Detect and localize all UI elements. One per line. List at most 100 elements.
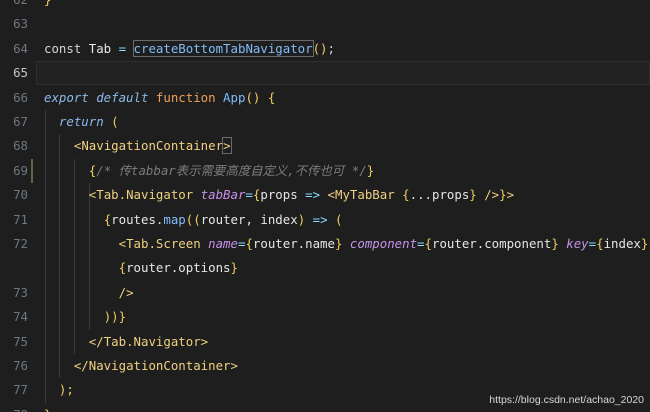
code-token: <	[118, 236, 127, 251]
line-code: {/* 传tabbar表示需要高度自定义,不传也可 */}	[44, 159, 374, 183]
line-number: 64	[13, 40, 28, 56]
line-number: 77	[13, 382, 28, 398]
code-line[interactable]: 72 <Tab.Screen name={router.name} compon…	[0, 232, 650, 256]
code-token: );	[58, 382, 74, 398]
code-token: Tab.Screen	[126, 236, 209, 251]
code-token: router.component	[431, 236, 552, 251]
code-token: </	[73, 358, 89, 373]
code-token: ()	[312, 40, 328, 56]
code-token: }	[640, 236, 649, 251]
line-number: 76	[13, 358, 28, 373]
code-line[interactable]: 71 {routes.map((router, index) => (	[0, 208, 650, 232]
code-line[interactable]: {router.options}	[0, 256, 650, 280]
code-token: NavigationContainer	[81, 138, 224, 154]
code-line[interactable]: 64 const Tab = createBottomTabNavigator()…	[0, 37, 650, 61]
code-line[interactable]: 73 />	[0, 281, 650, 305]
line-code: </Tab.Navigator>	[44, 330, 208, 354]
code-token: =	[111, 40, 134, 56]
code-token: />	[118, 284, 134, 300]
code-token: =	[417, 236, 425, 251]
code-token: const	[44, 40, 89, 56]
code-token: }	[230, 260, 238, 276]
code-token: {	[118, 260, 127, 276]
code-token: tabBar	[200, 187, 246, 203]
code-token: router.name	[252, 236, 335, 251]
line-number: 66	[13, 89, 28, 105]
code-token: =	[245, 187, 253, 203]
line-code: export default function App() {	[44, 86, 275, 110]
line-number: 67	[13, 114, 28, 129]
code-token: =>	[297, 187, 328, 203]
code-line[interactable]: 75 </Tab.Navigator>	[0, 330, 650, 354]
line-code: {routes.map((router, index) => (	[44, 208, 343, 232]
code-token: <	[327, 187, 335, 203]
line-number: 73	[13, 284, 28, 300]
line-code: <Tab.Screen name={router.name} component…	[44, 232, 650, 256]
code-token: return	[58, 114, 112, 129]
line-number: 72	[13, 236, 28, 251]
code-editor[interactable]: 62} 63 64 const Tab = createBottomTabNaviga…	[0, 0, 650, 412]
code-line[interactable]: 76 </NavigationContainer>	[0, 354, 650, 378]
line-code: const Tab = createBottomTabNavigator();	[44, 37, 335, 61]
watermark: https://blog.csdn.net/achao_2020	[489, 394, 644, 406]
code-token: }	[499, 187, 507, 203]
line-code: }	[44, 0, 51, 12]
code-line[interactable]: 65	[0, 61, 650, 86]
line-code: ))}	[44, 305, 126, 329]
line-code: />	[44, 281, 134, 305]
code-token: Tab.Navigator	[96, 187, 201, 203]
code-token: map	[163, 211, 186, 227]
code-line[interactable]: 67 return (	[0, 110, 650, 134]
code-token: >	[506, 187, 515, 203]
current-line-highlight	[36, 61, 650, 86]
line-number: 69	[13, 162, 28, 178]
code-line[interactable]: 70 <Tab.Navigator tabBar={props => <MyTa…	[0, 183, 650, 207]
code-token: (	[111, 114, 119, 129]
code-line[interactable]: 62}	[0, 0, 650, 12]
code-token: createBottomTabNavigator	[132, 39, 314, 57]
code-token: props	[260, 187, 298, 203]
line-number: 65	[13, 65, 28, 81]
code-token: ((	[185, 211, 201, 227]
code-token: >	[230, 358, 238, 373]
code-token: (	[335, 211, 343, 227]
code-token: {	[596, 236, 604, 251]
code-token: App	[223, 89, 246, 105]
code-line[interactable]: 66 export default function App() {	[0, 86, 650, 110]
code-token: />	[484, 187, 500, 203]
code-line[interactable]: 74 ))}	[0, 305, 650, 329]
code-token: MyTabBar	[335, 187, 403, 203]
code-token: NavigationContainer	[88, 358, 231, 373]
code-token: {	[424, 236, 432, 251]
code-token: router.options	[126, 260, 231, 276]
line-code: <Tab.Navigator tabBar={props => <MyTabBa…	[44, 183, 514, 207]
code-token: component	[349, 236, 418, 251]
code-token: }	[44, 0, 51, 7]
line-number: 71	[13, 211, 28, 227]
line-code: );	[44, 378, 74, 402]
line-number: 63	[13, 16, 28, 32]
code-token: () {	[245, 89, 276, 105]
code-token: Tab	[88, 40, 112, 56]
code-token: >	[200, 333, 209, 349]
code-line[interactable]: 69 {/* 传tabbar表示需要高度自定义,不传也可 */}	[0, 159, 650, 183]
code-token: {	[402, 187, 410, 203]
line-number: 75	[13, 333, 28, 349]
code-token: Tab.Navigator	[103, 333, 201, 349]
code-line[interactable]: 63	[0, 12, 650, 36]
line-code: </NavigationContainer>	[44, 354, 238, 378]
line-code: {router.options}	[44, 256, 238, 280]
code-line[interactable]: 68 <NavigationContainer>	[0, 134, 650, 158]
line-number: 78	[0, 403, 28, 412]
code-token: name	[208, 236, 238, 251]
